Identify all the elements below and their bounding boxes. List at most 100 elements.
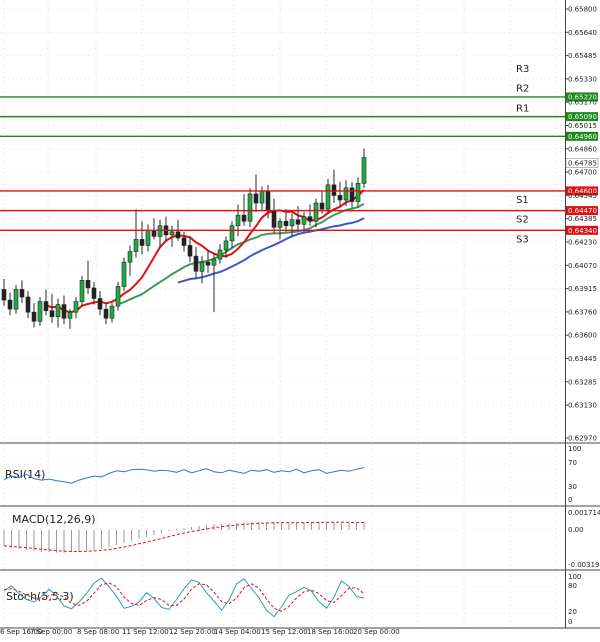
time-tick: 15 Sep 12:00 <box>261 628 308 636</box>
bullish-candle-body <box>217 249 223 260</box>
bullish-candle-body <box>67 311 73 319</box>
macd-tick: -0.003195 <box>568 561 600 569</box>
bearish-candle-body <box>319 202 325 210</box>
bearish-candle-body <box>265 190 271 211</box>
bullish-candle-body <box>169 231 175 236</box>
stoch-tick: 0 <box>568 618 572 626</box>
macd-tick: 0.001714 <box>568 509 600 517</box>
bullish-candle-body <box>301 216 307 225</box>
bullish-candle-body <box>361 157 367 184</box>
bearish-candle-body <box>25 296 31 313</box>
bullish-candle-body <box>325 184 331 210</box>
bullish-candle-body <box>121 261 127 287</box>
bullish-candle-body <box>157 225 163 237</box>
price-tick: 0.65170 <box>568 99 597 107</box>
level-price-tag-text: 0.65090 <box>568 113 597 121</box>
price-tick: 0.63130 <box>568 402 597 410</box>
price-tick: 0.64230 <box>568 239 597 247</box>
bullish-candle-body <box>289 219 295 227</box>
bearish-candle-body <box>85 280 91 289</box>
bullish-candle-body <box>127 251 133 263</box>
price-tick: 0.63760 <box>568 308 597 316</box>
bullish-candle-body <box>37 301 43 322</box>
bearish-candle-body <box>205 261 211 266</box>
level-price-tag-text: 0.64470 <box>568 207 597 215</box>
bearish-candle-body <box>7 299 13 310</box>
bullish-candle-body <box>115 286 121 307</box>
bullish-candle-body <box>229 225 235 242</box>
time-tick: 18 Sep 16:00 <box>307 628 354 636</box>
bearish-candle-body <box>43 301 49 311</box>
price-tick: 0.63285 <box>568 378 597 386</box>
bearish-candle-body <box>187 245 193 257</box>
rsi-tick: 0 <box>568 496 572 504</box>
price-tick: 0.63915 <box>568 285 597 293</box>
bearish-candle-body <box>337 195 343 201</box>
bearish-candle-body <box>181 237 187 246</box>
bullish-candle-body <box>313 202 319 222</box>
bullish-candle-body <box>355 183 361 202</box>
time-tick: 7 Sep 00:00 <box>30 628 72 636</box>
bearish-candle-body <box>295 219 301 225</box>
level-label-r3: R3 <box>516 64 529 75</box>
bearish-candle-body <box>61 304 67 319</box>
candle <box>247 187 253 228</box>
bullish-candle-body <box>55 304 61 318</box>
bearish-candle-body <box>175 231 181 239</box>
rsi-tick: 70 <box>568 459 577 467</box>
bullish-candle-body <box>259 190 265 204</box>
candle <box>115 281 121 311</box>
bullish-candle-body <box>133 239 139 252</box>
bearish-candle-body <box>91 287 97 299</box>
rsi-tick: 100 <box>568 445 581 453</box>
macd-label: MACD(12,26,9) <box>12 513 96 526</box>
time-tick: 12 Sep 20:00 <box>169 628 216 636</box>
bearish-candle-body <box>253 193 259 204</box>
bullish-candle-body <box>211 258 217 266</box>
level-label-s3: S3 <box>516 234 529 245</box>
rsi-tick: 30 <box>568 483 577 491</box>
price-tick: 0.65330 <box>568 75 597 83</box>
bullish-candle-body <box>109 305 115 319</box>
bearish-candle-body <box>349 187 355 202</box>
candle <box>13 284 19 314</box>
bullish-candle-body <box>277 220 283 228</box>
level-label-s2: S2 <box>516 215 529 226</box>
bullish-candle-body <box>343 187 349 201</box>
bearish-candle-body <box>31 311 37 322</box>
bearish-candle-body <box>271 210 277 228</box>
level-price-tag-text: 0.64340 <box>568 227 597 235</box>
bearish-candle-body <box>151 230 157 237</box>
bearish-candle-body <box>241 214 247 222</box>
price-tick: 0.64860 <box>568 145 597 153</box>
price-tick: 0.64545 <box>568 192 597 200</box>
price-tick: 0.64385 <box>568 215 597 223</box>
candle <box>121 257 127 291</box>
level-price-tag-text: 0.64960 <box>568 133 597 141</box>
bearish-candle-body <box>19 289 25 298</box>
stoch-tick: 100 <box>568 573 581 581</box>
time-tick: 20 Sep 00:00 <box>353 628 400 636</box>
price-tick: 0.63600 <box>568 332 597 340</box>
price-tick: 0.64070 <box>568 262 597 270</box>
price-tick: 0.62970 <box>568 435 597 443</box>
stoch-tick: 80 <box>568 582 577 590</box>
time-tick: 14 Sep 04:00 <box>214 628 261 636</box>
bullish-candle-body <box>79 280 85 302</box>
price-tick: 0.63445 <box>568 355 597 363</box>
bearish-candle-body <box>331 184 337 196</box>
level-label-s1: S1 <box>516 195 529 206</box>
bullish-candle-body <box>199 261 205 272</box>
time-axis: 6 Sep 16:00 7 Sep 00:00 8 Sep 08:00 11 S… <box>0 628 400 636</box>
forex-candlestick-chart: R30.65220R20.65090R10.64960S10.64600S20.… <box>0 0 600 642</box>
level-label-r2: R2 <box>516 84 529 95</box>
bullish-candle-body <box>73 301 79 313</box>
price-tick: 0.64700 <box>568 169 597 177</box>
time-tick: 8 Sep 08:00 <box>77 628 119 636</box>
bearish-candle-body <box>307 216 313 222</box>
candle <box>37 297 43 326</box>
bearish-candle-body <box>193 255 199 272</box>
bearish-candle-body <box>103 308 109 319</box>
level-label-r1: R1 <box>516 103 529 114</box>
bullish-candle-body <box>145 230 151 246</box>
